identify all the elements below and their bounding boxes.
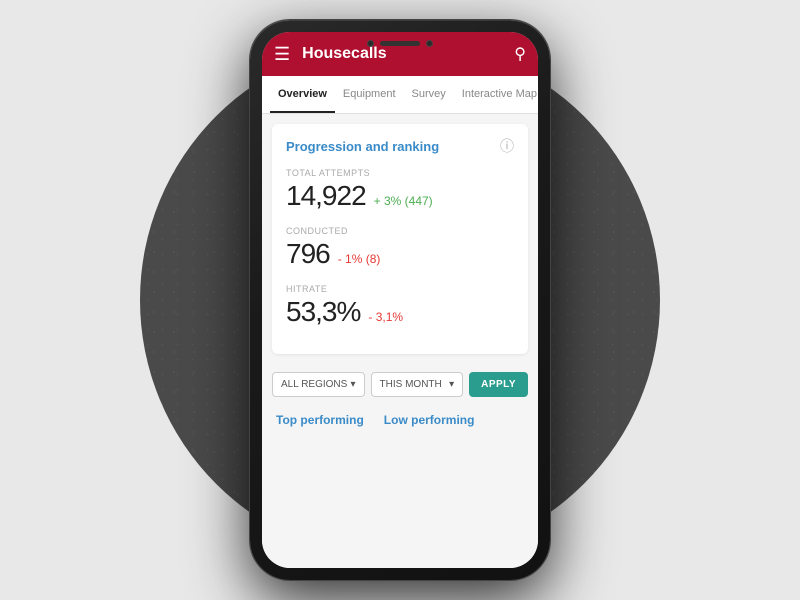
top-performing-label: Top performing xyxy=(276,413,364,427)
stat-value-attempts: 14,922 + 3% (447) xyxy=(286,180,514,212)
hamburger-icon[interactable]: ☰ xyxy=(274,44,290,65)
stat-label-hitrate: HITRATE xyxy=(286,284,514,294)
stat-number-conducted: 796 xyxy=(286,238,330,270)
region-label: ALL REGIONS xyxy=(281,379,347,390)
stat-value-hitrate: 53,3% - 3,1% xyxy=(286,296,514,328)
phone-frame: ☰ Housecalls ⚲ Overview Equipment Survey… xyxy=(250,20,550,580)
stat-label-attempts: TOTAL ATTEMPTS xyxy=(286,168,514,178)
phone-screen: ☰ Housecalls ⚲ Overview Equipment Survey… xyxy=(262,32,538,568)
stat-hitrate: HITRATE 53,3% - 3,1% xyxy=(286,284,514,328)
stat-label-conducted: CONDUCTED xyxy=(286,226,514,236)
bottom-labels: Top performing Low performing xyxy=(262,405,538,435)
stat-total-attempts: TOTAL ATTEMPTS 14,922 + 3% (447) xyxy=(286,168,514,212)
month-select[interactable]: THIS MONTH ▾ xyxy=(371,372,464,397)
stat-conducted: CONDUCTED 796 - 1% (8) xyxy=(286,226,514,270)
tab-overview[interactable]: Overview xyxy=(270,76,335,113)
phone-camera xyxy=(367,40,374,47)
search-icon[interactable]: ⚲ xyxy=(514,44,526,64)
phone-device: ☰ Housecalls ⚲ Overview Equipment Survey… xyxy=(250,20,550,580)
region-select[interactable]: ALL REGIONS ▾ xyxy=(272,372,365,397)
stat-value-conducted: 796 - 1% (8) xyxy=(286,238,514,270)
stat-change-hitrate: - 3,1% xyxy=(368,310,403,324)
card-header: Progression and ranking ⓘ xyxy=(286,136,514,156)
filter-row: ALL REGIONS ▾ THIS MONTH ▾ APPLY xyxy=(262,364,538,405)
tab-navigation: Overview Equipment Survey Interactive Ma… xyxy=(262,76,538,114)
progression-card: Progression and ranking ⓘ TOTAL ATTEMPTS… xyxy=(272,124,528,354)
app-title: Housecalls xyxy=(302,45,514,63)
tab-survey[interactable]: Survey xyxy=(404,76,454,113)
card-title: Progression and ranking xyxy=(286,139,439,154)
stat-change-conducted: - 1% (8) xyxy=(338,252,381,266)
region-chevron-icon: ▾ xyxy=(351,379,356,390)
apply-button[interactable]: APPLY xyxy=(469,372,528,397)
phone-speaker xyxy=(380,41,420,46)
tab-equipment[interactable]: Equipment xyxy=(335,76,404,113)
top-bar: ☰ Housecalls ⚲ xyxy=(262,32,538,76)
stat-number-hitrate: 53,3% xyxy=(286,296,360,328)
month-label: THIS MONTH xyxy=(380,379,442,390)
low-performing-label: Low performing xyxy=(384,413,475,427)
main-content: Progression and ranking ⓘ TOTAL ATTEMPTS… xyxy=(262,114,538,568)
month-chevron-icon: ▾ xyxy=(449,379,454,390)
phone-camera-2 xyxy=(426,40,433,47)
info-icon[interactable]: ⓘ xyxy=(500,136,514,156)
stat-change-attempts: + 3% (447) xyxy=(374,194,433,208)
tab-interactive-map[interactable]: Interactive Map xyxy=(454,76,538,113)
phone-notch xyxy=(367,40,433,47)
stat-number-attempts: 14,922 xyxy=(286,180,366,212)
